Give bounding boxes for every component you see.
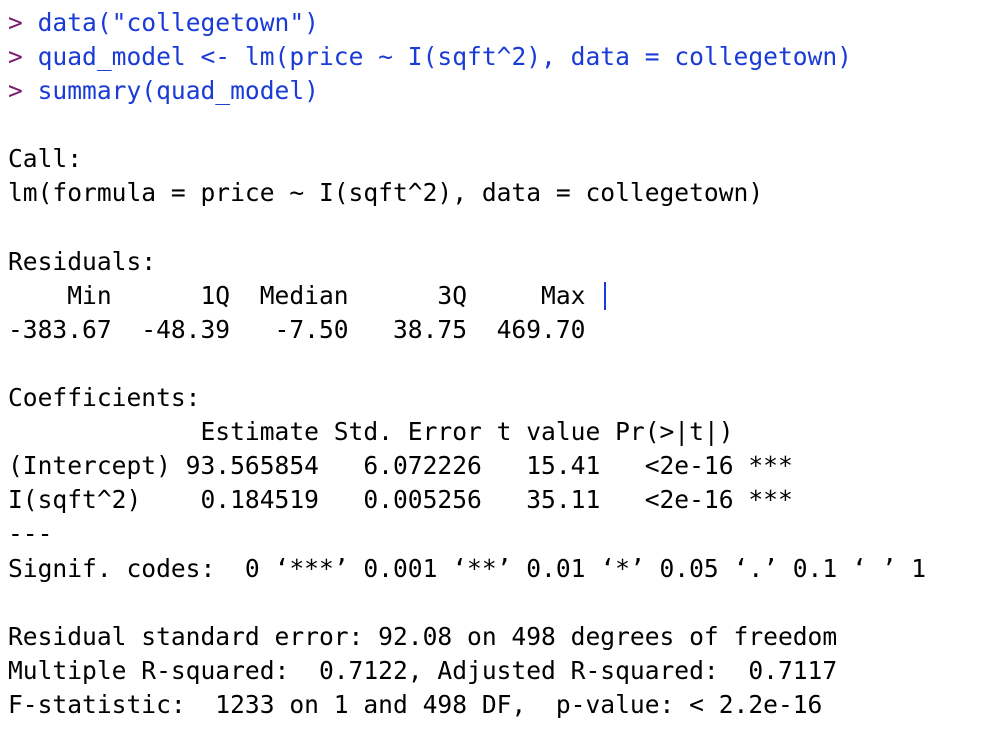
command-line: > data("collegetown") (8, 6, 992, 40)
residuals-value-row: -383.67 -48.39 -7.50 38.75 469.70 (8, 314, 586, 344)
coefficients-heading: Coefficients: (8, 383, 201, 413)
f-statistic: F-statistic: 1233 on 1 and 498 DF, p-val… (8, 689, 823, 719)
command-line: > summary(quad_model) (8, 74, 992, 108)
command-code: quad_model <- lm(price ~ I(sqft^2), data… (37, 42, 852, 72)
text-cursor (604, 281, 607, 310)
console-prompt: > (8, 8, 23, 37)
command-code: data("collegetown") (37, 8, 319, 37)
r-console[interactable]: > data("collegetown") > quad_model <- lm… (8, 6, 992, 722)
signif-codes: Signif. codes: 0 ‘***’ 0.001 ‘**’ 0.01 ‘… (8, 553, 927, 583)
residuals-header-row: Min 1Q Median 3Q Max (8, 279, 992, 313)
command-code: summary(quad_model) (37, 76, 319, 106)
residual-standard-error: Residual standard error: 92.08 on 498 de… (8, 621, 838, 651)
residuals-header-text: Min 1Q Median 3Q Max (8, 280, 601, 310)
coefficients-header-row: Estimate Std. Error t value Pr(>|t|) (8, 417, 793, 447)
r-squared: Multiple R-squared: 0.7122, Adjusted R-s… (8, 655, 838, 685)
console-prompt: > (8, 76, 23, 106)
call-heading: Call: (8, 144, 83, 174)
command-line: > quad_model <- lm(price ~ I(sqft^2), da… (8, 40, 992, 74)
coefficients-row-sqft2: I(sqft^2) 0.184519 0.005256 35.11 <2e-16… (8, 485, 793, 515)
coefficients-separator: --- (8, 519, 53, 549)
residuals-heading: Residuals: (8, 246, 157, 276)
coefficients-row-intercept: (Intercept) 93.565854 6.072226 15.41 <2e… (8, 451, 793, 481)
call-formula: lm(formula = price ~ I(sqft^2), data = c… (8, 178, 764, 208)
console-prompt: > (8, 42, 23, 72)
